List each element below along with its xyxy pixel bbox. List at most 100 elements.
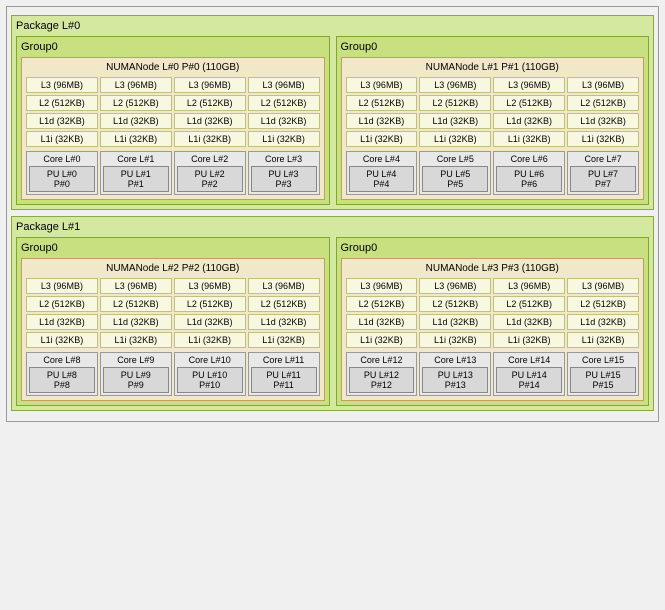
pu-block-0-0-0: PU L#0 P#0 bbox=[29, 166, 95, 192]
l3-cell-1-1-3: L3 (96MB) bbox=[567, 278, 639, 294]
pu-block-1-0-2: PU L#10 P#10 bbox=[177, 367, 243, 393]
l1d-cell-0-1-3: L1d (32KB) bbox=[567, 113, 639, 129]
pu-block-0-0-3: PU L#3 P#3 bbox=[251, 166, 317, 192]
group-1-1: Group0NUMANode L#3 P#3 (110GB)L3 (96MB)L… bbox=[336, 237, 650, 406]
l1i-cell-0-1-0: L1i (32KB) bbox=[346, 131, 418, 147]
l3-cell-1-1-2: L3 (96MB) bbox=[493, 278, 565, 294]
l2-cell-1-0-0: L2 (512KB) bbox=[26, 296, 98, 312]
package-title-0: Package L#0 bbox=[16, 20, 649, 32]
l1d-cell-1-1-3: L1d (32KB) bbox=[567, 314, 639, 330]
l1d-cell-0-0-2: L1d (32KB) bbox=[174, 113, 246, 129]
package-0: Package L#0 Group0NUMANode L#0 P#0 (110GB… bbox=[11, 15, 654, 210]
l1i-cell-1-1-2: L1i (32KB) bbox=[493, 332, 565, 348]
l1d-cell-1-1-1: L1d (32KB) bbox=[419, 314, 491, 330]
pu-block-1-1-2: PU L#14 P#14 bbox=[496, 367, 562, 393]
core-block-1-1-0: Core L#12 PU L#12 P#12 bbox=[346, 352, 418, 396]
core-block-0-1-0: Core L#4PU L#4 P#4 bbox=[346, 151, 418, 195]
pu-block-1-0-0: PU L#8 P#8 bbox=[29, 367, 95, 393]
l3-cell-0-0-2: L3 (96MB) bbox=[174, 77, 246, 93]
pu-block-1-0-3: PU L#11 P#11 bbox=[251, 367, 317, 393]
l1i-row-1-0: L1i (32KB)L1i (32KB)L1i (32KB)L1i (32KB) bbox=[26, 332, 320, 348]
l1d-cell-1-0-3: L1d (32KB) bbox=[248, 314, 320, 330]
l2-cell-0-1-0: L2 (512KB) bbox=[346, 95, 418, 111]
l2-row-1-1: L2 (512KB)L2 (512KB)L2 (512KB)L2 (512KB) bbox=[346, 296, 640, 312]
pu-block-0-1-1: PU L#5 P#5 bbox=[422, 166, 488, 192]
l2-cell-0-0-0: L2 (512KB) bbox=[26, 95, 98, 111]
packages-container: Package L#0 Group0NUMANode L#0 P#0 (110GB… bbox=[11, 15, 654, 411]
group-title-0-1: Group0 bbox=[341, 41, 645, 53]
group-0-0: Group0NUMANode L#0 P#0 (110GB)L3 (96MB)L… bbox=[16, 36, 330, 205]
l1d-cell-1-0-1: L1d (32KB) bbox=[100, 314, 172, 330]
l1i-cell-1-0-3: L1i (32KB) bbox=[248, 332, 320, 348]
l2-cell-0-0-3: L2 (512KB) bbox=[248, 95, 320, 111]
core-title-0-0-3: Core L#3 bbox=[251, 154, 317, 164]
l1i-cell-1-1-1: L1i (32KB) bbox=[419, 332, 491, 348]
l1i-cell-0-0-3: L1i (32KB) bbox=[248, 131, 320, 147]
cores-row-0-1: Core L#4PU L#4 P#4Core L#5PU L#5 P#5Core… bbox=[346, 151, 640, 195]
l1d-cell-0-1-2: L1d (32KB) bbox=[493, 113, 565, 129]
numa-node-1-0: NUMANode L#2 P#2 (110GB)L3 (96MB)L3 (96M… bbox=[21, 258, 325, 401]
pu-block-1-1-1: PU L#13 P#13 bbox=[422, 367, 488, 393]
core-block-0-0-1: Core L#1PU L#1 P#1 bbox=[100, 151, 172, 195]
numa-title-1-0: NUMANode L#2 P#2 (110GB) bbox=[26, 263, 320, 274]
l1i-cell-0-1-3: L1i (32KB) bbox=[567, 131, 639, 147]
l1i-row-1-1: L1i (32KB)L1i (32KB)L1i (32KB)L1i (32KB) bbox=[346, 332, 640, 348]
cores-row-0-0: Core L#0PU L#0 P#0Core L#1PU L#1 P#1Core… bbox=[26, 151, 320, 195]
l3-cell-0-1-3: L3 (96MB) bbox=[567, 77, 639, 93]
l3-cell-1-1-1: L3 (96MB) bbox=[419, 278, 491, 294]
machine-container: Package L#0 Group0NUMANode L#0 P#0 (110GB… bbox=[6, 6, 659, 422]
l1d-row-1-0: L1d (32KB)L1d (32KB)L1d (32KB)L1d (32KB) bbox=[26, 314, 320, 330]
group-title-0-0: Group0 bbox=[21, 41, 325, 53]
l2-cell-0-1-1: L2 (512KB) bbox=[419, 95, 491, 111]
l1i-cell-1-0-0: L1i (32KB) bbox=[26, 332, 98, 348]
core-block-0-0-2: Core L#2PU L#2 P#2 bbox=[174, 151, 246, 195]
l1d-cell-0-1-0: L1d (32KB) bbox=[346, 113, 418, 129]
l3-cell-1-1-0: L3 (96MB) bbox=[346, 278, 418, 294]
l2-row-1-0: L2 (512KB)L2 (512KB)L2 (512KB)L2 (512KB) bbox=[26, 296, 320, 312]
l3-cell-0-1-2: L3 (96MB) bbox=[493, 77, 565, 93]
core-block-0-1-1: Core L#5PU L#5 P#5 bbox=[419, 151, 491, 195]
l2-cell-0-1-2: L2 (512KB) bbox=[493, 95, 565, 111]
l1i-cell-1-1-0: L1i (32KB) bbox=[346, 332, 418, 348]
core-title-0-0-0: Core L#0 bbox=[29, 154, 95, 164]
l3-cell-0-1-0: L3 (96MB) bbox=[346, 77, 418, 93]
pu-block-1-1-0: PU L#12 P#12 bbox=[349, 367, 415, 393]
core-title-1-1-1: Core L#13 bbox=[422, 355, 488, 365]
l1i-row-0-0: L1i (32KB)L1i (32KB)L1i (32KB)L1i (32KB) bbox=[26, 131, 320, 147]
l3-row-0-1: L3 (96MB)L3 (96MB)L3 (96MB)L3 (96MB) bbox=[346, 77, 640, 93]
numa-title-1-1: NUMANode L#3 P#3 (110GB) bbox=[346, 263, 640, 274]
l1d-cell-1-1-0: L1d (32KB) bbox=[346, 314, 418, 330]
core-block-0-0-0: Core L#0 PU L#0 P#0 bbox=[26, 151, 98, 195]
group-1-0: Group0NUMANode L#2 P#2 (110GB)L3 (96MB)L… bbox=[16, 237, 330, 406]
l1i-cell-0-0-0: L1i (32KB) bbox=[26, 131, 98, 147]
numa-node-1-1: NUMANode L#3 P#3 (110GB)L3 (96MB)L3 (96M… bbox=[341, 258, 645, 401]
package-groups-0: Group0NUMANode L#0 P#0 (110GB)L3 (96MB)L… bbox=[16, 36, 649, 205]
l1i-cell-0-1-1: L1i (32KB) bbox=[419, 131, 491, 147]
l3-cell-1-0-0: L3 (96MB) bbox=[26, 278, 98, 294]
l1d-cell-1-1-2: L1d (32KB) bbox=[493, 314, 565, 330]
l1i-cell-0-0-2: L1i (32KB) bbox=[174, 131, 246, 147]
l1i-cell-0-0-1: L1i (32KB) bbox=[100, 131, 172, 147]
pu-block-0-0-1: PU L#1 P#1 bbox=[103, 166, 169, 192]
group-title-1-1: Group0 bbox=[341, 242, 645, 254]
l3-row-0-0: L3 (96MB)L3 (96MB)L3 (96MB)L3 (96MB) bbox=[26, 77, 320, 93]
l3-row-1-1: L3 (96MB)L3 (96MB)L3 (96MB)L3 (96MB) bbox=[346, 278, 640, 294]
l2-cell-1-0-3: L2 (512KB) bbox=[248, 296, 320, 312]
cores-row-1-0: Core L#8PU L#8 P#8Core L#9PU L#9 P#9Core… bbox=[26, 352, 320, 396]
core-block-0-0-3: Core L#3 PU L#3 P#3 bbox=[248, 151, 320, 195]
l2-cell-1-0-1: L2 (512KB) bbox=[100, 296, 172, 312]
l2-cell-1-1-2: L2 (512KB) bbox=[493, 296, 565, 312]
core-block-0-1-2: Core L#6PU L#6 P#6 bbox=[493, 151, 565, 195]
core-title-1-1-0: Core L#12 bbox=[349, 355, 415, 365]
core-title-0-0-2: Core L#2 bbox=[177, 154, 243, 164]
core-title-1-1-3: Core L#15 bbox=[570, 355, 636, 365]
package-1: Package L#1Group0NUMANode L#2 P#2 (110GB… bbox=[11, 216, 654, 411]
core-block-1-1-3: Core L#15PU L#15 P#15 bbox=[567, 352, 639, 396]
l3-cell-0-0-3: L3 (96MB) bbox=[248, 77, 320, 93]
l1d-cell-0-0-0: L1d (32KB) bbox=[26, 113, 98, 129]
core-block-0-1-3: Core L#7PU L#7 P#7 bbox=[567, 151, 639, 195]
l1d-row-1-1: L1d (32KB)L1d (32KB)L1d (32KB)L1d (32KB) bbox=[346, 314, 640, 330]
core-block-1-0-0: Core L#8PU L#8 P#8 bbox=[26, 352, 98, 396]
core-title-0-1-0: Core L#4 bbox=[349, 154, 415, 164]
core-block-1-1-1: Core L#13 PU L#13 P#13 bbox=[419, 352, 491, 396]
